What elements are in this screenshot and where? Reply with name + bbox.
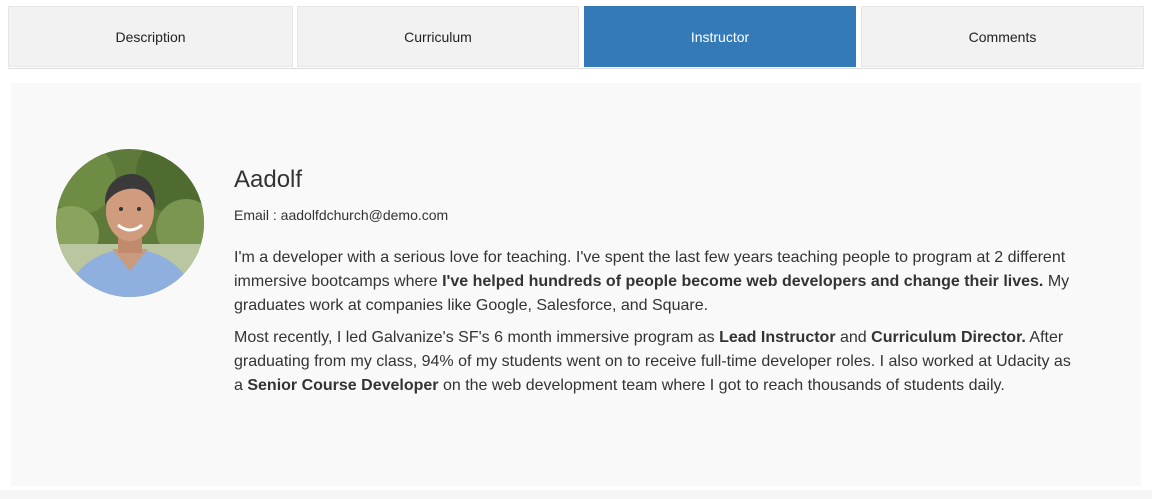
footer-strip	[0, 490, 1152, 499]
tab-comments[interactable]: Comments	[861, 6, 1144, 67]
instructor-name: Aadolf	[234, 166, 303, 193]
instructor-photo	[56, 149, 204, 297]
tab-curriculum[interactable]: Curriculum	[297, 6, 579, 67]
bio-p2-bold-3: Senior Course Developer	[247, 377, 439, 394]
bio-p2-bold-1: Lead Instructor	[719, 329, 836, 346]
tab-instructor[interactable]: Instructor	[584, 6, 856, 67]
instructor-email: Email : aadolfdchurch@demo.com	[234, 207, 449, 223]
bio-p2-text-2: and	[835, 329, 872, 346]
instructor-panel: Aadolf Email : aadolfdchurch@demo.com I'…	[11, 83, 1141, 486]
tab-description[interactable]: Description	[8, 6, 293, 67]
tab-instructor-label: Instructor	[690, 28, 750, 45]
instructor-avatar	[56, 149, 204, 297]
tab-comments-label: Comments	[968, 28, 1037, 45]
bio-p1-bold-1: I've helped hundreds of people become we…	[442, 273, 1044, 290]
tab-description-label: Description	[115, 28, 186, 45]
bio-p2-text-1: Most recently, I led Galvanize's SF's 6 …	[234, 329, 720, 346]
instructor-bio: I'm a developer with a serious love for …	[234, 246, 1084, 406]
bio-paragraph-2: Most recently, I led Galvanize's SF's 6 …	[234, 326, 1084, 398]
bio-p2-text-4: on the web development team where I got …	[438, 377, 1005, 394]
bio-p2-bold-2: Curriculum Director.	[871, 329, 1026, 346]
course-tabs: Description Curriculum Instructor Commen…	[8, 6, 1144, 69]
bio-paragraph-1: I'm a developer with a serious love for …	[234, 246, 1084, 318]
tab-curriculum-label: Curriculum	[404, 28, 472, 45]
